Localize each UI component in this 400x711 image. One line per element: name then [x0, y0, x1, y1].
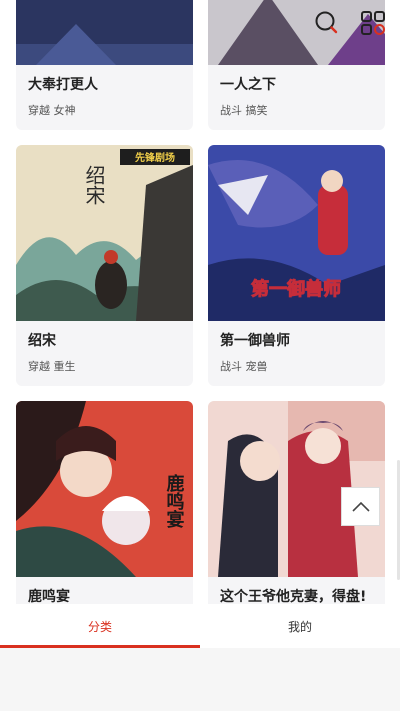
grid-menu-icon[interactable]: [360, 10, 386, 36]
cover-text: 鹿鸣宴: [164, 473, 185, 529]
comic-title: 一人之下: [220, 77, 276, 93]
top-toolbar: [314, 10, 386, 36]
comic-cover: [16, 0, 193, 65]
cover-badge: 先锋剧场: [135, 151, 175, 164]
comic-tags: 战斗 宠兽: [220, 360, 268, 373]
comic-tags: 穿越 重生: [28, 360, 76, 373]
cover-text: 第一御兽师: [251, 278, 341, 300]
comic-card[interactable]: 第一御兽师 第一御兽师 战斗 宠兽: [208, 145, 385, 386]
comic-tags: 战斗 搞笑: [220, 104, 268, 117]
chevron-up-icon: [351, 501, 370, 512]
comic-title: 大奉打更人: [28, 77, 98, 93]
tab-label: 分类: [87, 619, 112, 634]
comic-card[interactable]: 先锋剧场 绍宋 绍宋 穿越 重生: [16, 145, 193, 386]
comic-title: 绍宋: [28, 333, 56, 349]
tab-mine[interactable]: 我的: [200, 604, 400, 648]
scroll-to-top-button[interactable]: [341, 487, 380, 526]
comic-card[interactable]: 大奉打更人 穿越 女神: [16, 0, 193, 130]
comic-title: 第一御兽师: [220, 333, 290, 349]
comic-title: 这个王爷他克妻，得盘!: [220, 589, 367, 605]
comic-cover: 第一御兽师: [208, 145, 385, 321]
bottom-area: 分类 我的: [0, 604, 400, 711]
comic-cover: 鹿鸣宴: [16, 401, 193, 577]
comic-tags: 穿越 女神: [28, 104, 76, 117]
cover-text: 绍宋: [82, 165, 106, 205]
tab-category[interactable]: 分类: [0, 604, 200, 648]
search-icon[interactable]: [314, 10, 340, 36]
bottom-tab-bar: 分类 我的: [0, 604, 400, 648]
comic-title: 鹿鸣宴: [28, 589, 70, 605]
comic-cover: 先锋剧场 绍宋: [16, 145, 193, 321]
tab-label: 我的: [287, 619, 312, 634]
